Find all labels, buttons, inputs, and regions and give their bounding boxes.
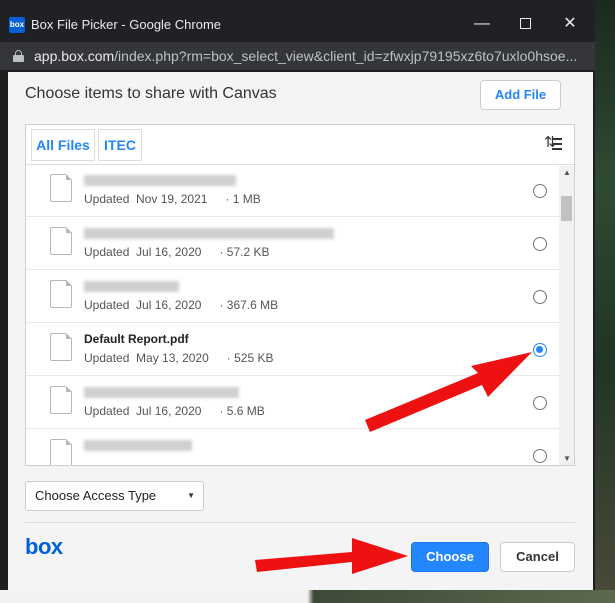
file-row[interactable]: [26, 429, 559, 465]
tab-all-files[interactable]: All Files: [31, 129, 95, 161]
cancel-button[interactable]: Cancel: [500, 542, 575, 572]
footer-divider: [25, 522, 575, 523]
close-icon[interactable]: ✕: [558, 12, 582, 36]
sort-icon[interactable]: ⇅: [542, 135, 564, 153]
file-size-sep: ·: [225, 192, 233, 206]
file-row[interactable]: Updated Jul 16, 2020 · 367.6 MB: [26, 270, 559, 323]
file-list: Updated Nov 19, 2021 · 1 MB Updated Jul 1…: [26, 166, 559, 465]
file-select-radio[interactable]: [533, 290, 547, 304]
access-type-select[interactable]: Choose Access Type ▼: [25, 481, 204, 511]
file-select-radio[interactable]: [533, 449, 547, 463]
window-title: Box File Picker - Google Chrome: [31, 17, 222, 32]
file-name-redacted: [84, 175, 236, 186]
folder-tabs: All Files ITEC ⇅: [26, 125, 574, 165]
chrome-window: box Box File Picker - Google Chrome — ✕ …: [0, 0, 595, 590]
file-name-redacted: [84, 387, 239, 398]
file-name-redacted: [84, 440, 192, 451]
url-text[interactable]: app.box.com/index.php?rm=box_select_view…: [34, 48, 579, 64]
maximize-icon[interactable]: [513, 12, 537, 36]
file-icon: [50, 386, 72, 414]
file-size-sep: ·: [219, 298, 227, 312]
file-meta: Updated Jul 16, 2020 · 57.2 KB: [84, 245, 269, 259]
file-row[interactable]: Updated Jul 16, 2020 · 5.6 MB: [26, 376, 559, 429]
file-size: 1 MB: [232, 192, 261, 206]
file-name: Default Report.pdf: [84, 332, 189, 346]
updated-label: Updated: [84, 298, 130, 312]
file-meta: Updated Jul 16, 2020 · 367.6 MB: [84, 298, 278, 312]
file-select-radio[interactable]: [533, 184, 547, 198]
chevron-down-icon: ▼: [187, 491, 195, 500]
list-scrollbar[interactable]: ▲ ▼: [559, 166, 574, 465]
file-date: Nov 19, 2021: [136, 192, 208, 206]
url-host: app.box.com: [34, 48, 115, 64]
file-icon: [50, 333, 72, 361]
file-name-redacted: [84, 281, 179, 292]
desktop-background: [595, 0, 615, 603]
file-icon: [50, 439, 72, 465]
file-picker-dialog: Choose items to share with Canvas Add Fi…: [8, 72, 593, 590]
file-icon: [50, 280, 72, 308]
file-select-radio[interactable]: [533, 396, 547, 410]
file-size-sep: ·: [219, 245, 227, 259]
add-file-button[interactable]: Add File: [480, 80, 561, 110]
choose-button[interactable]: Choose: [411, 542, 489, 572]
minimize-icon[interactable]: —: [470, 12, 494, 36]
updated-label: Updated: [84, 245, 130, 259]
file-row[interactable]: Updated Nov 19, 2021 · 1 MB: [26, 166, 559, 217]
file-date: Jul 16, 2020: [136, 404, 202, 418]
file-size-sep: ·: [219, 404, 227, 418]
dialog-title: Choose items to share with Canvas: [25, 85, 277, 102]
tab-itec[interactable]: ITEC: [98, 129, 142, 161]
file-size: 5.6 MB: [226, 404, 265, 418]
file-select-radio[interactable]: [533, 237, 547, 251]
file-row[interactable]: Updated Jul 16, 2020 · 57.2 KB: [26, 217, 559, 270]
box-app-icon: box: [9, 17, 25, 33]
files-panel: All Files ITEC ⇅ Updated Nov 19, 2021 · 1…: [25, 124, 575, 466]
scroll-thumb[interactable]: [561, 196, 572, 221]
updated-label: Updated: [84, 404, 130, 418]
lock-icon: [13, 50, 24, 62]
file-meta: Updated Jul 16, 2020 · 5.6 MB: [84, 404, 265, 418]
file-row-selected[interactable]: Default Report.pdf Updated May 13, 2020 ·…: [26, 323, 559, 376]
file-size: 525 KB: [234, 351, 274, 365]
file-select-radio-checked[interactable]: [533, 343, 547, 357]
box-logo: box: [25, 534, 63, 559]
file-date: Jul 16, 2020: [136, 245, 202, 259]
scroll-up-icon[interactable]: ▲: [563, 168, 571, 177]
file-name-redacted: [84, 228, 334, 239]
file-icon: [50, 227, 72, 255]
file-icon: [50, 174, 72, 202]
file-meta: Updated Nov 19, 2021 · 1 MB: [84, 192, 261, 206]
updated-label: Updated: [84, 192, 130, 206]
file-size: 57.2 KB: [226, 245, 270, 259]
desktop-background-bottom: [0, 590, 615, 603]
file-size-sep: ·: [226, 351, 235, 365]
scroll-down-icon[interactable]: ▼: [563, 454, 571, 463]
file-size: 367.6 MB: [226, 298, 279, 312]
address-bar[interactable]: app.box.com/index.php?rm=box_select_view…: [0, 42, 595, 70]
file-meta: Updated May 13, 2020 · 525 KB: [84, 351, 273, 365]
file-date: May 13, 2020: [136, 351, 209, 365]
access-type-label: Choose Access Type: [35, 488, 157, 503]
url-path: /index.php?rm=box_select_view&client_id=…: [114, 48, 578, 64]
updated-label: Updated: [84, 351, 130, 365]
file-date: Jul 16, 2020: [136, 298, 202, 312]
